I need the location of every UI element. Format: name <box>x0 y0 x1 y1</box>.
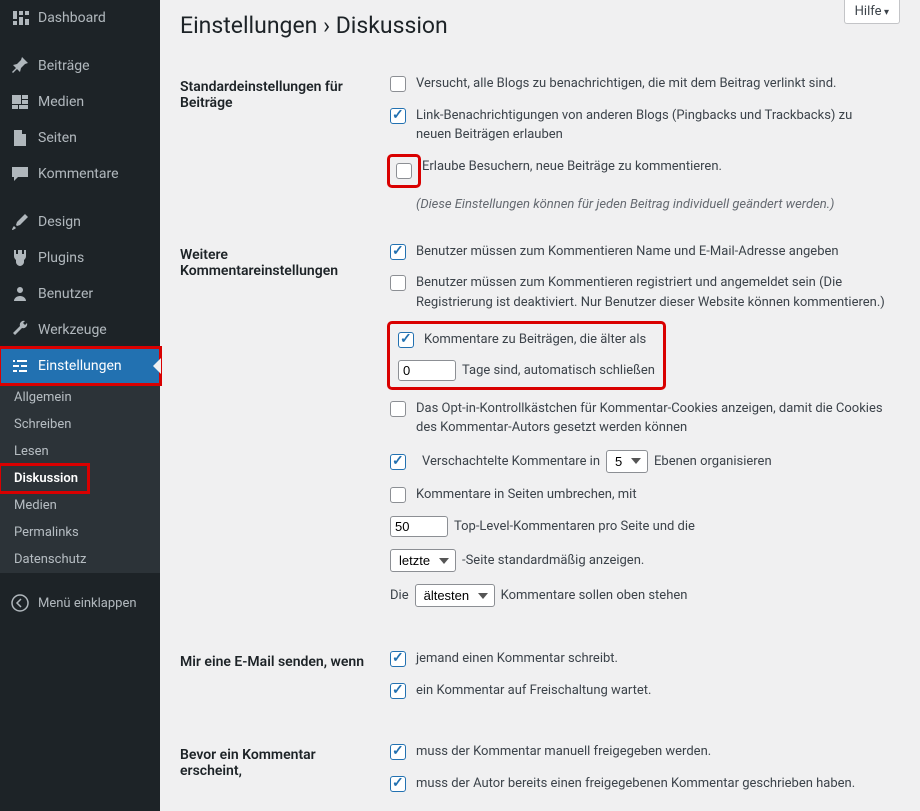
label-close-old: Kommentare zu Beiträgen, die älter als <box>424 330 646 350</box>
brush-icon <box>10 212 30 232</box>
label-threaded-prefix: Verschachtelte Kommentare in <box>422 454 600 469</box>
sidebar-item-label: Benutzer <box>38 286 93 302</box>
sidebar-item-comments[interactable]: Kommentare <box>0 156 160 192</box>
submenu-item-discussion[interactable]: Diskussion <box>0 465 88 492</box>
dashboard-icon <box>10 8 30 28</box>
label-email-new-comment: jemand einen Kommentar schreibt. <box>416 649 618 669</box>
label-previously-approved: muss der Autor bereits einen freigegeben… <box>416 774 855 794</box>
label-email-moderation: ein Kommentar auf Freischaltung wartet. <box>416 681 651 701</box>
label-paginate: Kommentare in Seiten umbrechen, mit <box>416 485 637 505</box>
admin-sidebar: Dashboard Beiträge Medien Seiten Komment… <box>0 0 160 811</box>
select-thread-depth[interactable]: 5 <box>606 450 648 473</box>
label-manual-approve: muss der Kommentar manuell freigegeben w… <box>416 742 711 762</box>
submenu-item-writing[interactable]: Schreiben <box>0 411 160 438</box>
section-heading-before: Bevor ein Kommentar erscheint, <box>180 727 380 811</box>
label-close-suffix: Tage sind, automatisch schließen <box>462 363 655 378</box>
label-cookie-optin: Das Opt-in-Kontrollkästchen für Kommenta… <box>416 399 890 438</box>
label-notify-blogs: Versucht, alle Blogs zu benachrichtigen,… <box>416 74 837 94</box>
cb-require-name-email[interactable] <box>390 244 406 260</box>
user-icon <box>10 284 30 304</box>
help-tab[interactable]: Hilfe <box>844 0 900 24</box>
collapse-icon <box>10 593 30 613</box>
sidebar-item-label: Beiträge <box>38 58 90 74</box>
cb-email-moderation[interactable] <box>390 683 406 699</box>
submenu-item-reading[interactable]: Lesen <box>0 438 160 465</box>
collapse-label: Menü einklappen <box>38 596 137 611</box>
cb-previously-approved[interactable] <box>390 776 406 792</box>
close-comments-group: Kommentare zu Beiträgen, die älter als T… <box>390 324 663 387</box>
comment-icon <box>10 164 30 184</box>
sidebar-item-label: Seiten <box>38 130 77 146</box>
sidebar-item-posts[interactable]: Beiträge <box>0 48 160 84</box>
label-default-page-suffix: -Seite standardmäßig anzeigen. <box>462 553 644 568</box>
sidebar-item-label: Plugins <box>38 250 84 266</box>
section-heading-default: Standardeinstellungen für Beiträge <box>180 59 380 227</box>
cb-paginate[interactable] <box>390 487 406 503</box>
sidebar-item-plugins[interactable]: Plugins <box>0 240 160 276</box>
select-comment-order[interactable]: ältesten <box>415 584 495 607</box>
input-per-page[interactable] <box>390 516 448 537</box>
sidebar-item-label: Werkzeuge <box>38 322 107 338</box>
sidebar-item-label: Dashboard <box>38 10 106 26</box>
sidebar-item-dashboard[interactable]: Dashboard <box>0 0 160 36</box>
cb-close-old[interactable] <box>398 332 414 348</box>
label-per-page-suffix: Top-Level-Kommentaren pro Seite und die <box>454 519 695 534</box>
cb-pingbacks[interactable] <box>390 108 406 124</box>
cb-manual-approve[interactable] <box>390 744 406 760</box>
sidebar-item-media[interactable]: Medien <box>0 84 160 120</box>
label-pingbacks: Link-Benachrichtigungen von anderen Blog… <box>416 106 890 145</box>
cb-allow-comments[interactable] <box>396 163 412 179</box>
collapse-menu[interactable]: Menü einklappen <box>0 585 160 621</box>
sidebar-item-pages[interactable]: Seiten <box>0 120 160 156</box>
wrench-icon <box>10 320 30 340</box>
sidebar-item-label: Einstellungen <box>38 358 122 374</box>
label-threaded-suffix: Ebenen organisieren <box>654 454 772 469</box>
submenu-item-media[interactable]: Medien <box>0 492 160 519</box>
sidebar-item-tools[interactable]: Werkzeuge <box>0 312 160 348</box>
cb-email-new-comment[interactable] <box>390 651 406 667</box>
label-order-suffix: Kommentare sollen oben stehen <box>501 588 688 603</box>
page-title: Einstellungen › Diskussion <box>180 12 900 39</box>
sidebar-item-label: Medien <box>38 94 84 110</box>
label-require-name-email: Benutzer müssen zum Kommentieren Name un… <box>416 242 839 262</box>
sidebar-item-label: Design <box>38 214 81 230</box>
pin-icon <box>10 56 30 76</box>
sliders-icon <box>10 356 30 376</box>
sidebar-item-appearance[interactable]: Design <box>0 204 160 240</box>
cb-threaded[interactable] <box>390 454 406 470</box>
section-heading-other: Weitere Kommentareinstellungen <box>180 227 380 635</box>
section-heading-email: Mir eine E-Mail senden, wenn <box>180 634 380 727</box>
sidebar-item-settings[interactable]: Einstellungen <box>0 348 160 384</box>
plug-icon <box>10 248 30 268</box>
cb-notify-blogs[interactable] <box>390 76 406 92</box>
label-allow-comments: Erlaube Besuchern, neue Beiträge zu komm… <box>422 157 722 177</box>
default-note: (Diese Einstellungen können für jeden Be… <box>416 197 890 212</box>
input-close-days[interactable] <box>398 360 456 381</box>
settings-submenu: Allgemein Schreiben Lesen Diskussion Med… <box>0 384 160 573</box>
cb-require-registration[interactable] <box>390 275 406 291</box>
label-require-registration: Benutzer müssen zum Kommentieren registr… <box>416 273 890 312</box>
sidebar-item-label: Kommentare <box>38 166 119 182</box>
label-order-prefix: Die <box>390 588 409 603</box>
content-area: Hilfe Einstellungen › Diskussion Standar… <box>160 0 920 811</box>
media-icon <box>10 92 30 112</box>
page-icon <box>10 128 30 148</box>
sidebar-item-users[interactable]: Benutzer <box>0 276 160 312</box>
submenu-item-permalinks[interactable]: Permalinks <box>0 519 160 546</box>
submenu-item-general[interactable]: Allgemein <box>0 384 160 411</box>
select-default-page[interactable]: letzte <box>390 549 456 572</box>
submenu-item-privacy[interactable]: Datenschutz <box>0 546 160 573</box>
cb-cookie-optin[interactable] <box>390 401 406 417</box>
